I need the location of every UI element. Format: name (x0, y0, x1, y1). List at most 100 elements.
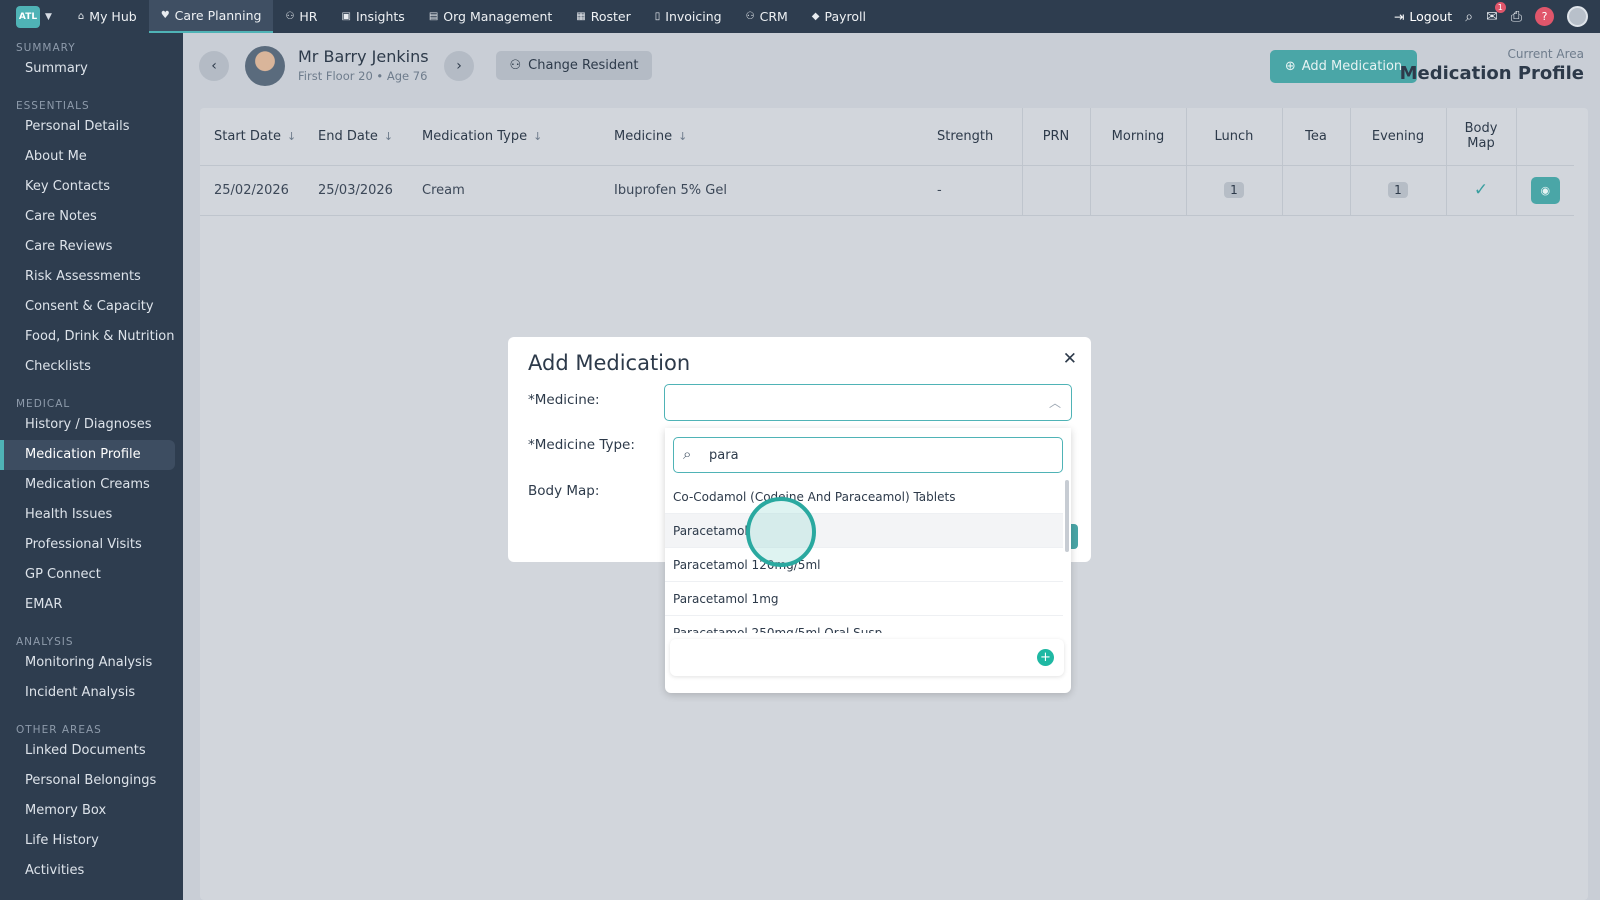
sidebar-item-risk-assessments[interactable]: Risk Assessments (0, 262, 183, 292)
inbox-count-badge: 1 (1494, 1, 1506, 13)
cell-evening: 1 (1349, 165, 1446, 216)
sidebar-item-health-issues[interactable]: Health Issues (0, 500, 183, 530)
dropdown-scrollbar[interactable] (1065, 480, 1069, 552)
close-icon[interactable]: ✕ (1063, 349, 1077, 369)
dropdown-option[interactable]: Paracetamol 1mg (665, 582, 1063, 616)
nav-item-roster[interactable]: ▦ Roster (564, 0, 642, 33)
body-map-field-label: Body Map: (528, 483, 600, 499)
dropdown-option[interactable]: Paracetamol (665, 514, 1063, 548)
sidebar-item-activities[interactable]: Activities (0, 856, 183, 886)
sidebar-item-summary[interactable]: Summary (0, 54, 183, 84)
dose-badge: 1 (1388, 182, 1408, 198)
medicine-search-input[interactable]: ⌕ para (673, 437, 1063, 473)
column-medication-type[interactable]: Medication Type ↓ (408, 108, 600, 166)
sidebar-item-personal-belongings[interactable]: Personal Belongings (0, 766, 183, 796)
nav-label: Org Management (443, 9, 553, 24)
column-morning: Morning (1089, 108, 1186, 166)
cell-actions: ◉ (1515, 165, 1574, 216)
nav-label: Insights (355, 9, 405, 24)
column-start-date[interactable]: Start Date ↓ (200, 108, 304, 166)
heart-icon: ♥ (160, 10, 170, 21)
sidebar-item-consent-capacity[interactable]: Consent & Capacity (0, 292, 183, 322)
chevron-down-icon[interactable]: ▼ (45, 12, 52, 22)
nav-item-insights[interactable]: ▣ Insights (330, 0, 417, 33)
plus-circle-icon: ⊕ (1284, 59, 1296, 74)
option-list: Co-Codamol (Codeine And Paraceamol) Tabl… (665, 480, 1063, 633)
column-label: Medication Type (422, 128, 528, 144)
check-icon: ✓ (1473, 180, 1489, 200)
dose-badge: 1 (1224, 182, 1244, 198)
sort-arrow-icon: ↓ (383, 129, 394, 143)
search-icon[interactable]: ⌕ (1465, 9, 1473, 25)
table-row[interactable]: 25/02/2026 25/03/2026 Cream Ibuprofen 5%… (200, 165, 1574, 216)
app-logo[interactable]: ATL (16, 5, 40, 28)
help-button[interactable]: ? (1535, 7, 1554, 26)
sidebar-item-care-notes[interactable]: Care Notes (0, 202, 183, 232)
column-end-date[interactable]: End Date ↓ (304, 108, 408, 166)
sidebar-item-care-reviews[interactable]: Care Reviews (0, 232, 183, 262)
logout-button[interactable]: ⇥ Logout (1394, 9, 1452, 24)
sidebar-item-memory-box[interactable]: Memory Box (0, 796, 183, 826)
add-new-medicine-row[interactable]: + (670, 639, 1064, 676)
table-header-row: Start Date ↓ End Date ↓ Medication Type ↓ M… (200, 108, 1574, 166)
nav-item-invoicing[interactable]: ▯ Invoicing (643, 0, 734, 33)
sidebar-item-key-contacts[interactable]: Key Contacts (0, 172, 183, 202)
sidebar-item-emar[interactable]: EMAR (0, 590, 183, 620)
printer-icon[interactable]: ⎙ (1511, 9, 1522, 25)
resident-photo (245, 46, 285, 86)
dropdown-option[interactable]: Paracetamol 250mg/5ml Oral Susp (665, 616, 1063, 633)
sidebar-item-about-me[interactable]: About Me (0, 142, 183, 172)
sidebar-item-food-drink-nutrition[interactable]: Food, Drink & Nutrition (0, 322, 183, 352)
cell-prn (1021, 165, 1090, 216)
nav-item-care-planning[interactable]: ♥ Care Planning (148, 0, 274, 33)
medication-table: Start Date ↓ End Date ↓ Medication Type ↓ M… (200, 108, 1574, 216)
chart-icon: ▣ (341, 11, 351, 22)
chevron-up-icon: ︿ (1048, 396, 1061, 410)
cell-strength: - (923, 165, 1022, 216)
sidebar-item-monitoring-analysis[interactable]: Monitoring Analysis (0, 648, 183, 678)
change-resident-button[interactable]: ⚇ Change Resident (496, 51, 652, 80)
nav-item-crm[interactable]: ⚇ CRM (734, 0, 800, 33)
column-medicine[interactable]: Medicine ↓ (600, 108, 923, 166)
nav-item-my-hub[interactable]: ⌂ My Hub (66, 0, 149, 33)
sidebar-item-professional-visits[interactable]: Professional Visits (0, 530, 183, 560)
sidebar-item-personal-details[interactable]: Personal Details (0, 112, 183, 142)
user-avatar[interactable] (1567, 6, 1588, 27)
search-value: para (709, 448, 739, 463)
next-resident-button[interactable]: › (444, 51, 474, 81)
plus-icon[interactable]: + (1037, 649, 1054, 666)
dropdown-option[interactable]: Co-Codamol (Codeine And Paraceamol) Tabl… (665, 480, 1063, 514)
view-eye-icon[interactable]: ◉ (1530, 176, 1560, 204)
calendar-icon: ▦ (576, 11, 586, 22)
sidebar-item-history-diagnoses[interactable]: History / Diagnoses (0, 410, 183, 440)
click-indicator (746, 497, 816, 567)
medicine-select[interactable]: ︿ (664, 384, 1072, 421)
column-prn: PRN (1021, 108, 1090, 166)
nav-item-org-management[interactable]: ▤ Org Management (417, 0, 564, 33)
sidebar-item-medication-profile[interactable]: Medication Profile (0, 440, 175, 470)
resident-header: ‹ Mr Barry Jenkins First Floor 20 • Age … (183, 33, 1600, 100)
page-title: Medication Profile (1399, 63, 1584, 84)
cell-medication-type: Cream (408, 165, 600, 216)
nav-item-payroll[interactable]: ◆ Payroll (800, 0, 878, 33)
sort-arrow-icon: ↓ (678, 129, 688, 143)
dropdown-option[interactable]: Paracetamol 120mg/5ml (665, 548, 1063, 582)
cell-body-map: ✓ (1445, 165, 1516, 216)
previous-resident-button[interactable]: ‹ (199, 51, 229, 81)
sidebar-item-linked-documents[interactable]: Linked Documents (0, 736, 183, 766)
sort-arrow-icon: ↓ (286, 129, 297, 143)
inbox-icon[interactable]: ✉ 1 (1486, 1, 1506, 25)
sidebar-item-gp-connect[interactable]: GP Connect (0, 560, 183, 590)
people-icon: ⚇ (285, 11, 295, 22)
sidebar-item-medication-creams[interactable]: Medication Creams (0, 470, 183, 500)
add-medication-button[interactable]: ⊕ Add Medication (1270, 50, 1417, 83)
column-tea: Tea (1281, 108, 1350, 166)
top-nav-actions: ⇥ Logout ⌕ ✉ 1 ⎙ ? (1394, 1, 1600, 27)
sidebar-item-life-history[interactable]: Life History (0, 826, 183, 856)
sidebar-item-checklists[interactable]: Checklists (0, 352, 183, 382)
cell-lunch: 1 (1185, 165, 1282, 216)
resident-location: First Floor 20 (298, 69, 373, 83)
nav-item-hr[interactable]: ⚇ HR (273, 0, 329, 33)
sidebar-item-incident-analysis[interactable]: Incident Analysis (0, 678, 183, 708)
logout-icon: ⇥ (1393, 9, 1405, 24)
